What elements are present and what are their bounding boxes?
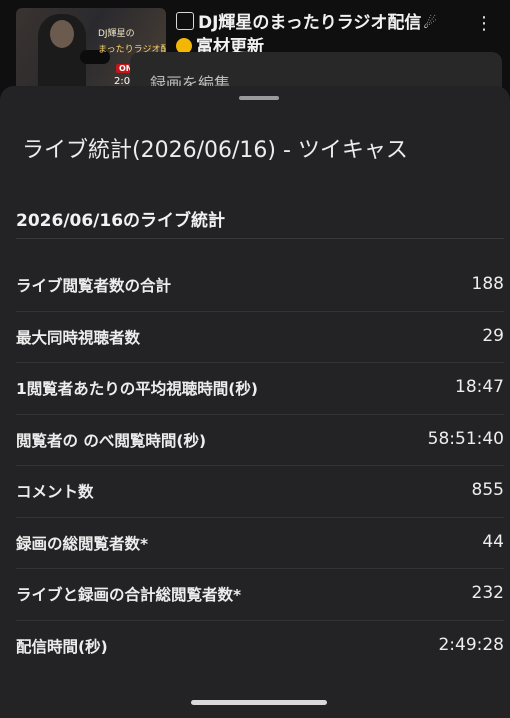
stat-value: 2:49:28 xyxy=(438,634,504,655)
stat-label: 配信時間(秒) xyxy=(16,637,108,656)
stat-row: 1閲覧者あたりの平均視聴時間(秒) 18:47 xyxy=(16,363,504,415)
stat-row: 閲覧者の のべ閲覧時間(秒) 58:51:40 xyxy=(16,415,504,466)
stat-label: コメント数 xyxy=(16,483,94,501)
stat-row: 録画の総閲覧者数* 44 xyxy=(16,518,504,569)
stat-row: 最大同時視聴者数 29 xyxy=(16,312,504,363)
stat-row: ライブ閲覧者数の合計 188 xyxy=(16,260,504,312)
comet-emoji-icon: ☄ xyxy=(423,14,437,32)
home-indicator[interactable] xyxy=(191,700,327,705)
stat-label: 閲覧者の のべ閲覧時間(秒) xyxy=(16,431,207,450)
screen: DJ輝星の まったりラジオ配信 ON 2:0 DJ輝星のまったりラジオ配信☄ 富… xyxy=(0,0,510,718)
stat-value: 855 xyxy=(471,480,504,500)
divider xyxy=(16,238,504,239)
stat-value: 29 xyxy=(482,325,504,346)
stat-label: ライブと録画の合計総閲覧者数* xyxy=(16,586,242,604)
stats-list: ライブ閲覧者数の合計 188 最大同時視聴者数 29 1閲覧者あたりの平均視聴時… xyxy=(16,260,504,672)
stat-value: 44 xyxy=(482,531,504,552)
drag-handle[interactable] xyxy=(239,96,279,100)
stats-section-title: 2026/06/16のライブ統計 xyxy=(16,211,226,231)
stat-value: 18:47 xyxy=(455,377,504,397)
stat-label: 最大同時視聴者数 xyxy=(16,328,141,347)
thumbnail-caption: DJ輝星の xyxy=(98,29,135,39)
stat-row: 配信時間(秒) 2:49:28 xyxy=(16,621,504,673)
sheet-title: ライブ統計(2026/06/16) - ツイキャス xyxy=(22,138,408,163)
thumbnail-face xyxy=(50,20,74,48)
stat-value: 232 xyxy=(471,583,504,603)
stat-label: 1閲覧者あたりの平均視聴時間(秒) xyxy=(16,380,258,398)
live-stats-sheet: ライブ統計(2026/06/16) - ツイキャス 2026/06/16のライブ… xyxy=(0,86,510,718)
stat-label: 録画の総閲覧者数* xyxy=(16,534,149,553)
stat-row: ライブと録画の合計総閲覧者数* 232 xyxy=(16,569,504,621)
checkbox-icon xyxy=(176,12,194,30)
stat-row: コメント数 855 xyxy=(16,466,504,518)
video-title-text: DJ輝星のまったりラジオ配信 xyxy=(198,13,422,33)
stat-label: ライブ閲覧者数の合計 xyxy=(16,277,172,295)
stat-value: 58:51:40 xyxy=(427,428,504,449)
stat-value: 188 xyxy=(471,274,504,294)
more-options-icon[interactable]: ⋮ xyxy=(472,12,496,36)
